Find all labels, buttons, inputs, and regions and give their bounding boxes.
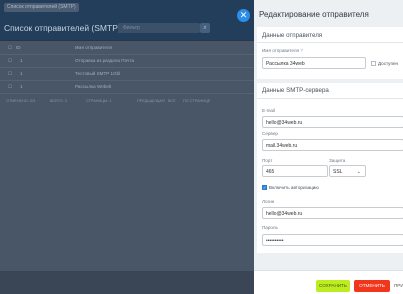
sender-name-label: Имя отправителя ? (262, 48, 303, 53)
smtp-data-card: Данные SMTP-сервера E-mail hello@34web.r… (257, 83, 403, 253)
search-icon[interactable]: ⌕ (200, 23, 210, 33)
footer-selected: ОТМЕЧЕНО: 0/3 (6, 99, 36, 103)
checkbox-icon[interactable]: ☐ (8, 41, 12, 54)
password-label: Пароль (262, 225, 278, 230)
edit-sender-panel: Редактирование отправителя Данные отправ… (254, 0, 403, 294)
footer-all[interactable]: ВСЕ (168, 97, 176, 105)
chevron-down-icon: ⌄ (356, 169, 361, 175)
table-row[interactable]: ☐ 1 Отправка из раздела Почта (0, 54, 258, 68)
login-field[interactable]: hello@34web.ru (262, 207, 403, 219)
save-button[interactable]: СОХРАНИТЬ (316, 280, 350, 292)
panel-title: Редактирование отправителя (259, 10, 369, 19)
row-id: 1 (20, 58, 23, 63)
public-label: Доступен (378, 61, 399, 66)
breadcrumb[interactable]: Список отправителей (SMTP) (4, 3, 79, 12)
footer-prev[interactable]: ПРЕДЫДУЩАЯ (137, 97, 165, 105)
divider (257, 98, 403, 99)
table-header-row: ☐ ID Имя отправителя (0, 41, 258, 55)
row-name[interactable]: Рассылка Webelt (75, 80, 111, 93)
senders-table: ☐ ID Имя отправителя ☐ 1 Отправка из раз… (0, 41, 258, 271)
close-icon[interactable]: ✕ (237, 9, 250, 22)
page-title-text: Список отправителей (SMTP) (4, 23, 121, 33)
help-icon[interactable]: ? (300, 48, 303, 53)
server-label: Сервер (262, 131, 278, 136)
footer-per-page[interactable]: ПО СТРАНИЦЕ (183, 97, 210, 105)
checkbox-icon[interactable]: ☐ (8, 67, 12, 80)
security-value: SSL (333, 169, 343, 175)
cancel-button[interactable]: ОТМЕНИТЬ (354, 280, 390, 292)
auth-label: Включить авторизацию (269, 185, 319, 190)
footer-total: ВСЕГО: 3 (50, 99, 67, 103)
background-bottom-bar (0, 271, 258, 294)
port-field[interactable]: 465 (262, 165, 328, 177)
row-id: 1 (20, 71, 23, 76)
security-select[interactable]: SSL ⌄ (329, 165, 366, 177)
sender-name-label-text: Имя отправителя (262, 48, 300, 53)
table-row[interactable]: ☐ 1 Рассылка Webelt (0, 80, 258, 94)
page-title: Список отправителей (SMTP) ☆ (4, 23, 129, 33)
sender-data-card: Данные отправителя Имя отправителя ? Рас… (257, 27, 403, 79)
table-header-id[interactable]: ID (16, 41, 21, 54)
table-header-name[interactable]: Имя отправителя (75, 41, 112, 54)
apply-button[interactable]: ПРИМ (394, 280, 403, 292)
smtp-section-title: Данные SMTP-сервера (262, 87, 329, 94)
security-label: Защита (329, 158, 346, 163)
row-name[interactable]: Отправка из раздела Почта (75, 54, 134, 67)
password-field[interactable]: •••••••••• (262, 234, 403, 246)
sender-name-input[interactable]: Рассылка 34web (262, 57, 366, 69)
server-field[interactable]: mail.34web.ru (262, 139, 403, 151)
footer-pages: СТРАНИЦЫ: 1 (86, 99, 112, 103)
row-id: 1 (20, 84, 23, 89)
panel-footer: СОХРАНИТЬ ОТМЕНИТЬ ПРИМ (254, 270, 403, 294)
filter-input[interactable]: Фильтр (118, 23, 200, 33)
auth-checkbox[interactable]: ✓ (262, 185, 267, 190)
row-name[interactable]: Тестовый SMTP 1Gbl (75, 67, 120, 80)
public-checkbox[interactable] (371, 61, 376, 66)
port-label: Порт (262, 158, 273, 163)
login-label: Логин (262, 199, 275, 204)
table-row[interactable]: ☐ 1 Тестовый SMTP 1Gbl (0, 67, 258, 81)
email-field[interactable]: hello@34web.ru (262, 116, 403, 128)
table-footer: ОТМЕЧЕНО: 0/3 ВСЕГО: 3 СТРАНИЦЫ: 1 ПРЕДЫ… (0, 97, 258, 105)
checkbox-icon[interactable]: ☐ (8, 80, 12, 93)
sender-section-title: Данные отправителя (262, 32, 323, 39)
checkbox-icon[interactable]: ☐ (8, 54, 12, 67)
divider (257, 42, 403, 43)
email-label: E-mail (262, 108, 276, 113)
